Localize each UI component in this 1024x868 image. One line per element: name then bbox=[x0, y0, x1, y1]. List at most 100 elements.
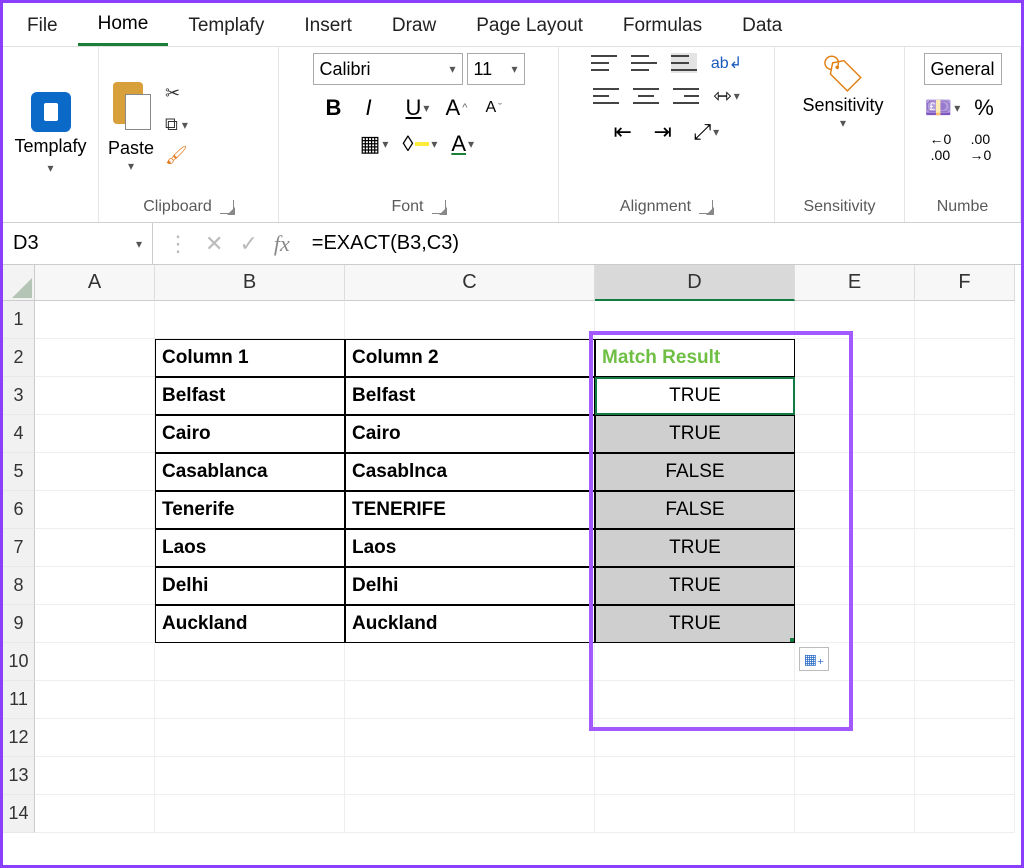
tab-formulas[interactable]: Formulas bbox=[603, 5, 722, 45]
cell[interactable]: Delhi bbox=[345, 567, 595, 605]
tab-data[interactable]: Data bbox=[722, 5, 802, 45]
cut-button[interactable]: ✂ bbox=[165, 83, 180, 104]
dialog-launcher-icon[interactable] bbox=[432, 200, 446, 214]
decrease-indent-button[interactable]: ⇤ bbox=[614, 119, 640, 145]
align-middle-button[interactable] bbox=[631, 53, 657, 73]
fill-color-button[interactable]: ◊▾ bbox=[402, 131, 437, 157]
align-bottom-button[interactable] bbox=[671, 53, 697, 73]
sensitivity-button[interactable]: Sensitivity bbox=[802, 95, 883, 116]
tab-draw[interactable]: Draw bbox=[372, 5, 456, 45]
formula-input[interactable]: =EXACT(B3,C3) bbox=[304, 223, 1021, 264]
cell[interactable]: Laos bbox=[155, 529, 345, 567]
cancel-formula-button[interactable]: ✕ bbox=[205, 231, 223, 257]
cell[interactable]: TRUE bbox=[595, 605, 795, 643]
tab-home[interactable]: Home bbox=[78, 3, 169, 46]
row-header[interactable]: 2 bbox=[3, 339, 35, 377]
cell[interactable]: Casablanca bbox=[155, 453, 345, 491]
row-header[interactable]: 13 bbox=[3, 757, 35, 795]
decrease-font-button[interactable]: Aˇ bbox=[486, 99, 512, 117]
font-color-button[interactable]: A▾ bbox=[451, 131, 477, 157]
increase-indent-button[interactable]: ⇥ bbox=[654, 119, 680, 145]
row-header[interactable]: 1 bbox=[3, 301, 35, 339]
align-left-button[interactable] bbox=[593, 86, 619, 106]
cell[interactable]: Belfast bbox=[345, 377, 595, 415]
cell[interactable]: Laos bbox=[345, 529, 595, 567]
enter-formula-button[interactable]: ✓ bbox=[239, 231, 257, 257]
dialog-launcher-icon[interactable] bbox=[699, 200, 713, 214]
tab-templafy[interactable]: Templafy bbox=[168, 5, 284, 45]
name-box[interactable]: D3 ▾ bbox=[3, 223, 153, 264]
increase-font-button[interactable]: A^ bbox=[446, 95, 472, 121]
font-size-select[interactable]: 11 ▾ bbox=[467, 53, 525, 85]
cell[interactable]: Delhi bbox=[155, 567, 345, 605]
tab-page-layout[interactable]: Page Layout bbox=[456, 5, 603, 45]
column-header[interactable]: E bbox=[795, 265, 915, 301]
table-header[interactable]: Match Result bbox=[595, 339, 795, 377]
group-label-alignment: Alignment bbox=[620, 198, 691, 216]
cell[interactable]: Cairo bbox=[345, 415, 595, 453]
row-header[interactable]: 14 bbox=[3, 795, 35, 833]
underline-button[interactable]: U▾ bbox=[406, 95, 432, 121]
row-header[interactable]: 5 bbox=[3, 453, 35, 491]
column-header[interactable]: A bbox=[35, 265, 155, 301]
cell[interactable]: Auckland bbox=[155, 605, 345, 643]
cells-area[interactable]: Column 1 Column 2 Match Result Belfast B… bbox=[35, 301, 1021, 865]
percent-format-button[interactable]: % bbox=[974, 95, 1000, 121]
templafy-button[interactable]: Templafy ▾ bbox=[11, 92, 90, 175]
cell[interactable]: Cairo bbox=[155, 415, 345, 453]
font-name-select[interactable]: Calibri ▾ bbox=[313, 53, 463, 85]
align-center-button[interactable] bbox=[633, 86, 659, 106]
wrap-text-button[interactable]: ab↲ bbox=[711, 53, 742, 73]
merge-center-button[interactable]: ⇿▾ bbox=[713, 83, 739, 109]
align-right-button[interactable] bbox=[673, 86, 699, 106]
cell[interactable]: Belfast bbox=[155, 377, 345, 415]
row-header[interactable]: 7 bbox=[3, 529, 35, 567]
row-header[interactable]: 10 bbox=[3, 643, 35, 681]
active-cell[interactable]: TRUE bbox=[595, 377, 795, 415]
tab-insert[interactable]: Insert bbox=[284, 5, 372, 45]
column-header[interactable]: F bbox=[915, 265, 1015, 301]
bold-button[interactable]: B bbox=[326, 95, 352, 121]
chevron-down-icon: ▾ bbox=[449, 62, 455, 76]
row-header[interactable]: 8 bbox=[3, 567, 35, 605]
tab-file[interactable]: File bbox=[7, 5, 78, 45]
column-header[interactable]: C bbox=[345, 265, 595, 301]
cell[interactable]: TRUE bbox=[595, 567, 795, 605]
row-header[interactable]: 12 bbox=[3, 719, 35, 757]
select-all-corner[interactable] bbox=[3, 265, 35, 301]
row-header[interactable]: 3 bbox=[3, 377, 35, 415]
autofill-options-button[interactable]: ▦₊ bbox=[799, 647, 829, 671]
align-top-button[interactable] bbox=[591, 53, 617, 73]
table-header[interactable]: Column 1 bbox=[155, 339, 345, 377]
column-header[interactable]: D bbox=[595, 265, 795, 301]
decrease-decimal-button[interactable]: .00→0 bbox=[970, 131, 996, 163]
group-alignment: ab↲ ⇿▾ ⇤ ⇥ ⤢▾ Alignment bbox=[559, 47, 775, 222]
cell[interactable]: TRUE bbox=[595, 415, 795, 453]
row-header[interactable]: 4 bbox=[3, 415, 35, 453]
cell[interactable]: Auckland bbox=[345, 605, 595, 643]
increase-decimal-button[interactable]: ←0.00 bbox=[930, 131, 956, 163]
italic-button[interactable]: I bbox=[366, 95, 392, 121]
borders-button[interactable]: ▦▾ bbox=[360, 131, 389, 157]
copy-button[interactable]: ⧉▾ bbox=[165, 114, 188, 135]
cell[interactable]: FALSE bbox=[595, 453, 795, 491]
cell[interactable]: Casablnca bbox=[345, 453, 595, 491]
dialog-launcher-icon[interactable] bbox=[220, 200, 234, 214]
row-header[interactable]: 11 bbox=[3, 681, 35, 719]
orientation-button[interactable]: ⤢▾ bbox=[694, 119, 720, 145]
format-painter-button[interactable]: 🖌 bbox=[165, 145, 188, 166]
column-headers: A B C D E F bbox=[35, 265, 1021, 301]
cell[interactable]: FALSE bbox=[595, 491, 795, 529]
table-header[interactable]: Column 2 bbox=[345, 339, 595, 377]
accounting-format-button[interactable]: 💷▾ bbox=[925, 95, 960, 121]
border-icon: ▦ bbox=[360, 131, 381, 157]
cell[interactable]: TRUE bbox=[595, 529, 795, 567]
cell[interactable]: TENERIFE bbox=[345, 491, 595, 529]
fx-button[interactable]: fx bbox=[274, 231, 290, 257]
row-header[interactable]: 9 bbox=[3, 605, 35, 643]
column-header[interactable]: B bbox=[155, 265, 345, 301]
paste-button[interactable]: Paste ▾ bbox=[107, 76, 155, 173]
cell[interactable]: Tenerife bbox=[155, 491, 345, 529]
number-format-select[interactable]: General bbox=[924, 53, 1002, 85]
row-header[interactable]: 6 bbox=[3, 491, 35, 529]
